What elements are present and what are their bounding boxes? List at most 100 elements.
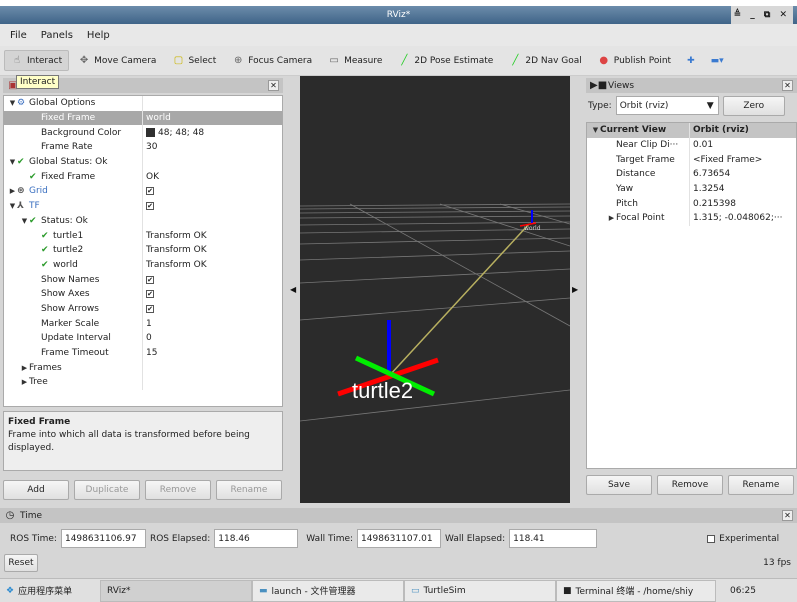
display-row[interactable]: ▶ ⊛ Grid ✔: [4, 184, 282, 199]
view-property-row[interactable]: Pitch 0.215398: [587, 196, 796, 212]
views-rename-button[interactable]: Rename: [728, 475, 794, 495]
tool-label: Publish Point: [613, 55, 672, 66]
close-icon[interactable]: ✕: [782, 510, 793, 521]
expand-arrow-icon[interactable]: ▼: [591, 126, 600, 134]
save-button[interactable]: Save: [586, 475, 652, 495]
clock-icon: ◷: [5, 510, 15, 521]
display-row[interactable]: ✔ turtle1 Transform OK: [4, 228, 282, 243]
task-turtlesim[interactable]: ▭ TurtleSim: [404, 579, 556, 602]
color-swatch[interactable]: [146, 128, 155, 138]
display-row[interactable]: Frame Timeout 15: [4, 345, 282, 361]
display-row[interactable]: Show Names ✔: [4, 272, 282, 287]
add-tool-icon[interactable]: ✚: [680, 51, 702, 71]
expand-arrow-icon[interactable]: ▼: [20, 217, 29, 225]
view-property-row[interactable]: Near Clip Di··· 0.01: [587, 137, 796, 153]
tool-move-camera[interactable]: ✥ Move Camera: [71, 50, 163, 71]
display-row[interactable]: Marker Scale 1: [4, 316, 282, 331]
display-row[interactable]: Background Color 48; 48; 48: [4, 125, 282, 141]
row-name: Frame Rate: [41, 142, 93, 153]
task-terminal[interactable]: ■ Terminal 终端 - /home/shiy: [556, 579, 716, 602]
clock: 06:25: [730, 585, 756, 596]
green-arrow-icon: ╱: [512, 55, 519, 66]
display-row[interactable]: ✔ world Transform OK: [4, 257, 282, 273]
tool-publish-point[interactable]: ● Publish Point: [591, 50, 678, 71]
view-property-row[interactable]: ▶ Focal Point 1.315; -0.048062;···: [587, 211, 796, 226]
expand-arrow-icon[interactable]: ▶: [20, 364, 29, 372]
tool-select[interactable]: ▢ Select: [165, 50, 223, 71]
display-row[interactable]: Update Interval 0: [4, 331, 282, 346]
experimental-checkbox[interactable]: [707, 534, 716, 543]
row-name: Status: Ok: [41, 215, 88, 226]
display-row[interactable]: ▼ ✔ Global Status: Ok: [4, 154, 282, 170]
duplicate-button[interactable]: Duplicate: [74, 480, 140, 500]
row-name: Current View: [600, 125, 667, 136]
checkbox[interactable]: ✔: [146, 275, 154, 284]
checkbox[interactable]: ✔: [146, 290, 154, 299]
collapse-right-icon[interactable]: ▶: [572, 285, 578, 294]
collapse-left-icon[interactable]: ◀: [290, 285, 296, 294]
description-box: Fixed Frame Frame into which all data is…: [3, 411, 283, 471]
view-property-row[interactable]: Target Frame <Fixed Frame>: [587, 152, 796, 168]
expand-arrow-icon[interactable]: ▼: [8, 99, 17, 107]
row-name: Show Names: [41, 274, 100, 285]
ros-elapsed-label: ROS Elapsed:: [149, 533, 211, 544]
expand-arrow-icon[interactable]: ▶: [8, 187, 17, 195]
zero-button[interactable]: Zero: [722, 95, 785, 116]
display-row[interactable]: Show Arrows ✔: [4, 301, 282, 317]
expand-arrow-icon[interactable]: ▼: [8, 158, 17, 166]
task-file-manager[interactable]: ▬ launch - 文件管理器: [252, 579, 404, 602]
menu-help[interactable]: Help: [87, 30, 110, 41]
display-row[interactable]: Fixed Frame world: [4, 110, 282, 126]
row-value: 6.73654: [693, 169, 731, 180]
row-name: Focal Point: [616, 213, 665, 224]
move-camera-icon: ✥: [79, 55, 89, 66]
tool-2d-nav-goal[interactable]: ╱ 2D Nav Goal: [502, 50, 588, 71]
reset-button[interactable]: Reset: [4, 554, 38, 572]
ros-elapsed-field[interactable]: 118.46: [214, 529, 299, 548]
display-row[interactable]: ▶ Frames: [4, 360, 282, 376]
view-property-row[interactable]: Yaw 1.3254: [587, 181, 796, 197]
tool-interact[interactable]: ☝ Interact: [4, 50, 70, 71]
task-label: TurtleSim: [423, 585, 466, 596]
views-remove-button[interactable]: Remove: [657, 475, 723, 495]
add-button[interactable]: Add: [3, 480, 69, 500]
display-row[interactable]: ▼ ✔ Status: Ok: [4, 213, 282, 229]
display-row[interactable]: ▶ Tree: [4, 375, 282, 390]
camera-icon: ▶■: [590, 80, 608, 91]
close-icon[interactable]: ✕: [782, 80, 793, 91]
wall-elapsed-field[interactable]: 118.41: [509, 529, 598, 548]
ros-time-field[interactable]: 1498631106.97: [60, 529, 146, 548]
tool-2d-pose-estimate[interactable]: ╱ 2D Pose Estimate: [391, 50, 500, 71]
row-name: Target Frame: [616, 154, 675, 165]
menu-file[interactable]: File: [10, 30, 27, 41]
app-menu[interactable]: ❖ 应用程序菜单: [0, 580, 100, 602]
expand-arrow-icon[interactable]: ▶: [20, 378, 29, 386]
display-row[interactable]: ▼ ⚙ Global Options: [4, 96, 282, 111]
menu-panels[interactable]: Panels: [41, 30, 73, 41]
view-property-row[interactable]: Distance 6.73654: [587, 167, 796, 182]
tool-measure[interactable]: ▭ Measure: [321, 50, 389, 71]
expand-arrow-icon[interactable]: ▼: [8, 202, 17, 210]
render-view[interactable]: turtle2 world: [300, 76, 570, 503]
window-controls[interactable]: ≜ _ ⧉ ✕: [730, 6, 793, 24]
tool-focus-camera[interactable]: ⊕ Focus Camera: [225, 50, 319, 71]
checkbox[interactable]: ✔: [146, 304, 154, 313]
checkbox[interactable]: ✔: [146, 187, 154, 196]
display-row[interactable]: ▼ ⅄ TF ✔: [4, 198, 282, 214]
display-row[interactable]: Frame Rate 30: [4, 140, 282, 155]
displays-tree: ▼ ⚙ Global Options Fixed Frame world Backgrou…: [3, 95, 283, 407]
display-row[interactable]: ✔ Fixed Frame OK: [4, 169, 282, 185]
row-value: 0: [146, 333, 152, 344]
task-rviz[interactable]: RViz*: [100, 579, 252, 602]
rename-button[interactable]: Rename: [216, 480, 282, 500]
current-view-row[interactable]: ▼ Current View Orbit (rviz): [587, 123, 796, 138]
display-row[interactable]: ✔ turtle2 Transform OK: [4, 242, 282, 258]
remove-tool-icon[interactable]: ▬▾: [704, 51, 731, 71]
wall-time-field[interactable]: 1498631107.01: [357, 529, 442, 548]
checkbox[interactable]: ✔: [146, 202, 154, 211]
remove-button[interactable]: Remove: [145, 480, 211, 500]
close-icon[interactable]: ✕: [268, 80, 279, 91]
display-row[interactable]: Show Axes ✔: [4, 286, 282, 302]
row-name: Update Interval: [41, 333, 111, 344]
view-type-select[interactable]: Orbit (rviz) ▼: [615, 96, 719, 115]
